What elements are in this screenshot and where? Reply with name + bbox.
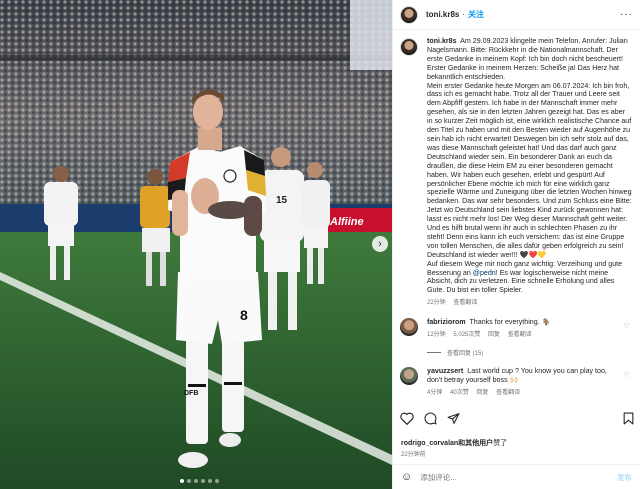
banner-text: Alfiine bbox=[329, 216, 364, 228]
avatar[interactable] bbox=[400, 38, 418, 56]
caption-body: toni.kr8s Am 29.09.2023 klingelte mein T… bbox=[427, 37, 632, 308]
likes-summary[interactable]: rodrigo_corvalan和其他用户赞了 bbox=[401, 438, 507, 448]
post-time: 22分钟前 bbox=[401, 452, 426, 458]
comment-item: fabriziorom Thanks for everything. 🐐 12分… bbox=[400, 318, 632, 340]
view-replies-label[interactable]: 查看回复 (15) bbox=[447, 348, 483, 357]
chevron-right-icon[interactable]: › bbox=[372, 236, 388, 252]
add-comment-bar: ☺ 发布 bbox=[393, 464, 640, 489]
carousel-dot bbox=[194, 479, 198, 483]
comment-item: yavuzzsert Last world cup ? You know you… bbox=[400, 367, 632, 398]
comment-input[interactable] bbox=[420, 472, 591, 482]
more-options-icon[interactable]: ··· bbox=[620, 9, 633, 20]
follow-button[interactable]: 关注 bbox=[468, 9, 484, 20]
reply-button[interactable]: 回复 bbox=[488, 332, 500, 338]
post-photo[interactable]: Alfiine 15 DFB 8 › bbox=[0, 0, 392, 489]
post-comment-button[interactable]: 发布 bbox=[617, 472, 632, 483]
comment-username[interactable]: yavuzzsert bbox=[427, 367, 463, 375]
carousel-dot bbox=[187, 479, 191, 483]
translate-link[interactable]: 查看翻译 bbox=[508, 332, 532, 338]
heart-icon[interactable] bbox=[400, 412, 414, 430]
comment-text: Thanks for everything. 🐐 bbox=[469, 318, 551, 327]
reply-button[interactable]: 回复 bbox=[476, 390, 488, 396]
comment-icon[interactable] bbox=[424, 412, 437, 430]
avatar[interactable] bbox=[400, 318, 418, 337]
carousel-dot bbox=[180, 479, 184, 483]
carousel-dot bbox=[208, 479, 212, 483]
caption: toni.kr8s Am 29.09.2023 klingelte mein T… bbox=[400, 37, 632, 308]
post-detail-pane: toni.kr8s · 关注 ··· toni.kr8s Am 29.09.20… bbox=[392, 0, 640, 489]
emoji-icon[interactable]: ☺ bbox=[401, 471, 412, 483]
divider bbox=[427, 352, 441, 354]
football-photo: Alfiine 15 DFB 8 bbox=[0, 0, 392, 489]
carousel-dot bbox=[215, 479, 219, 483]
separator-dot: · bbox=[462, 10, 466, 19]
likes-suffix: 赞了 bbox=[493, 440, 508, 447]
heart-icon[interactable]: ♡ bbox=[624, 322, 630, 330]
player2-number: 15 bbox=[276, 195, 288, 206]
caption-paragraph-2: Mein erster Gedanke heute Morgen am 06.0… bbox=[427, 81, 632, 259]
avatar[interactable] bbox=[400, 367, 418, 386]
sock-text: DFB bbox=[184, 390, 198, 397]
comment-time: 4分钟 bbox=[427, 390, 443, 397]
comment-body: fabriziorom Thanks for everything. 🐐 12分… bbox=[427, 318, 623, 340]
comment-likes[interactable]: 40次赞 bbox=[450, 390, 469, 396]
action-bar bbox=[400, 412, 634, 430]
caption-paragraph-3: Auf diesem Wege mir noch ganz wichtig: V… bbox=[427, 260, 632, 296]
view-replies[interactable]: 查看回复 (15) bbox=[427, 348, 632, 357]
translate-link[interactable]: 查看翻译 bbox=[453, 300, 477, 306]
carousel-dots bbox=[180, 479, 219, 483]
comment-meta: 4分钟 40次赞 回复 查看翻译 bbox=[427, 389, 623, 398]
translate-link[interactable]: 查看翻译 bbox=[496, 390, 520, 396]
caption-paragraph-1: toni.kr8s Am 29.09.2023 klingelte mein T… bbox=[427, 37, 632, 82]
share-icon[interactable] bbox=[447, 412, 460, 430]
comment-likes[interactable]: 5,025次赞 bbox=[453, 332, 480, 338]
comment-meta: 12分钟 5,025次赞 回复 查看翻译 bbox=[427, 331, 623, 340]
carousel-dot bbox=[201, 479, 205, 483]
caption-time: 22分钟 bbox=[427, 300, 446, 307]
post-header: toni.kr8s · 关注 ··· bbox=[393, 0, 640, 30]
likes-users[interactable]: rodrigo_corvalan和其他用户 bbox=[401, 440, 493, 447]
avatar[interactable] bbox=[400, 5, 418, 24]
comment-body: yavuzzsert Last world cup ? You know you… bbox=[427, 367, 623, 398]
heart-icon[interactable]: ♡ bbox=[624, 371, 630, 379]
comment-username[interactable]: fabriziorom bbox=[427, 318, 466, 326]
caption-text: Am 29.09.2023 klingelte mein Telefon. An… bbox=[427, 37, 628, 81]
bookmark-icon[interactable] bbox=[623, 412, 634, 430]
mention-link[interactable]: @pedri bbox=[473, 269, 496, 277]
username[interactable]: toni.kr8s bbox=[426, 10, 459, 19]
caption-username[interactable]: toni.kr8s bbox=[427, 37, 457, 45]
comments-scroll-area[interactable]: toni.kr8s Am 29.09.2023 klingelte mein T… bbox=[393, 31, 640, 405]
comment-time: 12分钟 bbox=[427, 332, 446, 339]
caption-meta: 22分钟 查看翻译 bbox=[427, 299, 632, 308]
shorts-number: 8 bbox=[240, 307, 248, 323]
